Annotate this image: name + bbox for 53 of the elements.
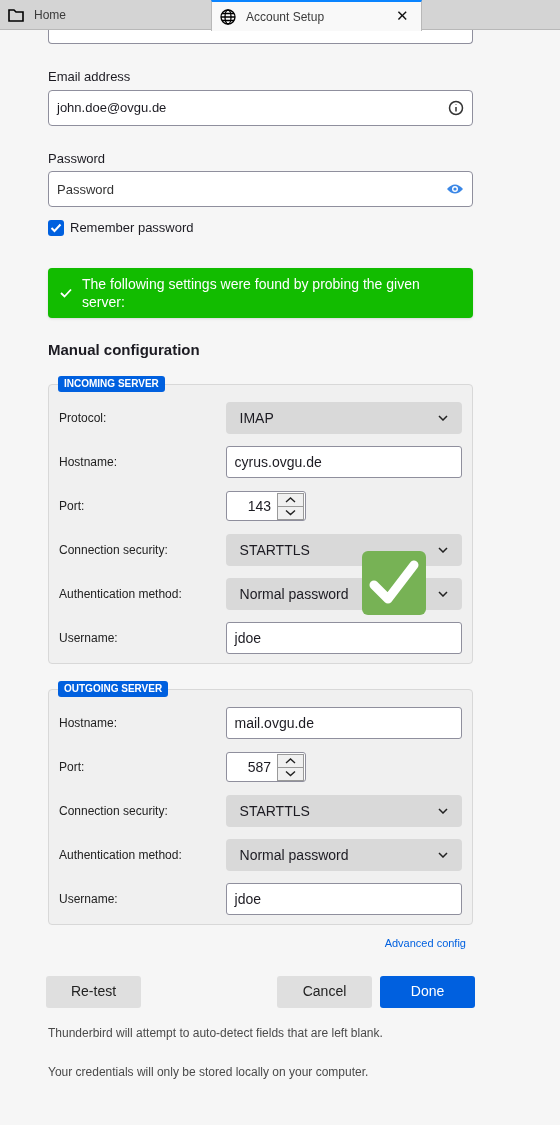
spinner-arrows-icon[interactable] [277, 492, 304, 520]
name-field[interactable] [48, 30, 473, 44]
dropdown[interactable]: Normal password [225, 839, 462, 871]
section-badge: OUTGOING SERVER [58, 681, 169, 697]
chevron-down-icon [438, 547, 448, 553]
field-label: Username: [59, 630, 119, 647]
tab[interactable]: Home [0, 0, 211, 30]
email-field[interactable]: john.doe@ovgu.de [48, 89, 473, 126]
field-label: Port: [59, 759, 86, 776]
field-label: Username: [59, 891, 119, 908]
password-field[interactable]: Password [48, 171, 473, 207]
field-label: Protocol: [59, 410, 108, 427]
checkbox-label: Remember password [70, 219, 194, 237]
button[interactable]: Done [380, 975, 475, 1008]
chevron-down-icon [438, 591, 448, 597]
globe-icon [220, 8, 236, 25]
dropdown[interactable]: IMAP [225, 402, 462, 434]
number-field[interactable]: 587 [226, 752, 306, 782]
button[interactable]: Re-test [46, 975, 141, 1008]
info-icon[interactable] [448, 99, 464, 116]
field-label: Hostname: [59, 715, 119, 732]
checkmark-icon [60, 287, 72, 298]
success-banner: The following settings were found by probing the given server: [48, 267, 473, 318]
field-label: Connection security: [59, 542, 169, 559]
text-field[interactable]: mail.ovgu.de [225, 707, 462, 739]
field-label: Port: [59, 498, 86, 515]
field-label: Authentication method: [59, 847, 183, 864]
field-label: Authentication method: [59, 586, 183, 603]
eye-icon[interactable] [446, 183, 464, 195]
checkmark-toast [362, 551, 426, 615]
text-field[interactable]: cyrus.ovgu.de [225, 446, 462, 478]
dropdown[interactable]: STARTTLS [225, 795, 462, 827]
button[interactable]: Cancel [277, 975, 372, 1008]
checkbox[interactable] [48, 219, 64, 236]
advanced-config-link[interactable]: Advanced config [384, 935, 466, 952]
field-label: Password [48, 149, 107, 168]
section-heading: Manual configuration [48, 339, 201, 360]
tab[interactable]: Account Setup ✕ [211, 0, 422, 31]
text-field[interactable]: jdoe [225, 622, 462, 654]
note-text: Your credentials will only be stored locally on your computer. [48, 1063, 370, 1081]
field-label: Connection security: [59, 803, 169, 820]
field-label: Hostname: [59, 454, 119, 471]
chevron-down-icon [438, 808, 448, 814]
chevron-down-icon [438, 415, 448, 421]
text-field[interactable]: jdoe [225, 883, 462, 915]
folder-icon [8, 8, 24, 22]
spinner-arrows-icon[interactable] [277, 753, 304, 781]
number-field[interactable]: 143 [226, 491, 306, 521]
note-text: Thunderbird will attempt to auto-detect fields that are left blank. [48, 1024, 384, 1042]
chevron-down-icon [438, 852, 448, 858]
section-badge: INCOMING SERVER [58, 376, 165, 392]
field-label: Email address [48, 68, 132, 86]
close-button[interactable]: ✕ [396, 5, 413, 28]
